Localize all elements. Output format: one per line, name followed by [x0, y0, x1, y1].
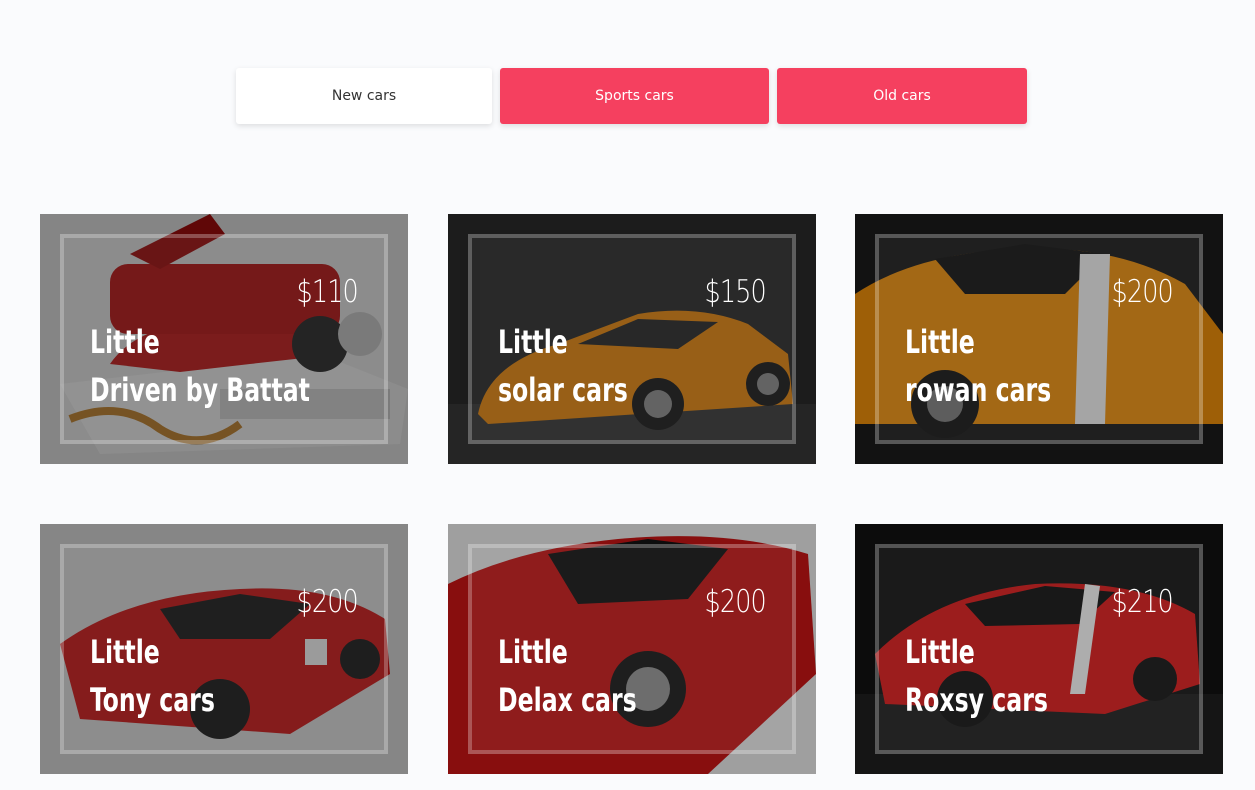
- card-title-line2: Tony cars: [90, 681, 215, 719]
- card-title-line2: Driven by Battat: [90, 371, 310, 409]
- tab-sports-cars[interactable]: Sports cars: [500, 68, 769, 124]
- category-tabs: New cars Sports cars Old cars: [236, 68, 1027, 124]
- card-title-line1: Little: [905, 633, 975, 671]
- product-card[interactable]: $200 Little Tony cars: [40, 524, 408, 774]
- card-title-line1: Little: [905, 323, 975, 361]
- card-price: $200: [296, 584, 359, 620]
- product-card[interactable]: $150 Little solar cars: [448, 214, 816, 464]
- card-title: Little solar cars: [498, 318, 628, 414]
- product-card[interactable]: $200 Little Delax cars: [448, 524, 816, 774]
- card-title: Little Delax cars: [498, 628, 637, 724]
- tab-new-cars[interactable]: New cars: [236, 68, 492, 124]
- card-title-line1: Little: [90, 323, 160, 361]
- card-title-line2: solar cars: [498, 371, 628, 409]
- card-title-line2: Roxsy cars: [905, 681, 1048, 719]
- card-title: Little Driven by Battat: [90, 318, 310, 414]
- card-title: Little Tony cars: [90, 628, 215, 724]
- tab-old-cars[interactable]: Old cars: [777, 68, 1027, 124]
- product-card[interactable]: $200 Little rowan cars: [855, 214, 1223, 464]
- card-price: $150: [704, 274, 767, 310]
- product-card[interactable]: $210 Little Roxsy cars: [855, 524, 1223, 774]
- card-title-line1: Little: [498, 323, 568, 361]
- card-price: $200: [1111, 274, 1174, 310]
- card-title: Little rowan cars: [905, 318, 1051, 414]
- card-price: $210: [1111, 584, 1174, 620]
- card-price: $110: [296, 274, 359, 310]
- card-title-line1: Little: [498, 633, 568, 671]
- product-card[interactable]: $110 Little Driven by Battat: [40, 214, 408, 464]
- card-price: $200: [704, 584, 767, 620]
- card-title-line2: Delax cars: [498, 681, 637, 719]
- card-title: Little Roxsy cars: [905, 628, 1048, 724]
- card-title-line1: Little: [90, 633, 160, 671]
- card-title-line2: rowan cars: [905, 371, 1052, 409]
